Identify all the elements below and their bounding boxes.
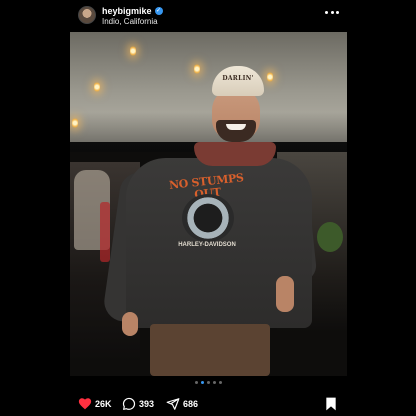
plant xyxy=(317,222,343,252)
heart-filled-icon[interactable] xyxy=(78,397,92,410)
post-header: heybigmike ✓ Indio, California xyxy=(70,0,347,32)
shirt-emblem xyxy=(182,194,234,242)
carousel-dot xyxy=(201,381,204,384)
share-action[interactable]: 686 xyxy=(166,397,198,411)
person: DARLIN' NO STUMPS OUT HARLEY-DAVIDSON xyxy=(101,62,318,376)
avatar[interactable] xyxy=(78,6,96,24)
like-action[interactable]: 26K xyxy=(78,397,112,410)
action-bar: 26K 393 686 xyxy=(70,392,347,416)
location[interactable]: Indio, California xyxy=(102,17,158,26)
carousel-indicator xyxy=(70,381,347,387)
shirt-print-sub: HARLEY-DAVIDSON xyxy=(178,242,236,248)
comment-count[interactable]: 393 xyxy=(139,398,154,410)
carousel-dot xyxy=(219,381,222,384)
instagram-post-card: heybigmike ✓ Indio, California DARLIN' N… xyxy=(70,0,347,416)
verified-badge-icon: ✓ xyxy=(154,7,163,15)
more-options-icon[interactable] xyxy=(325,8,339,16)
comment-action[interactable]: 393 xyxy=(122,397,154,411)
carousel-dot xyxy=(195,381,198,384)
shirt-print: NO STUMPS OUT HARLEY-DAVIDSON xyxy=(166,171,246,268)
share-count[interactable]: 686 xyxy=(183,398,198,410)
username-row: heybigmike ✓ xyxy=(102,6,163,16)
carousel-dot xyxy=(213,381,216,384)
username[interactable]: heybigmike xyxy=(102,6,152,16)
bookmark-filled-icon[interactable] xyxy=(325,397,337,411)
bandana xyxy=(194,142,276,166)
send-icon[interactable] xyxy=(166,397,180,411)
cap-text: DARLIN' xyxy=(222,75,254,82)
post-photo[interactable]: DARLIN' NO STUMPS OUT HARLEY-DAVIDSON xyxy=(70,32,347,376)
carousel-dot xyxy=(207,381,210,384)
like-count[interactable]: 26K xyxy=(95,398,112,410)
comment-icon[interactable] xyxy=(122,397,136,411)
pants xyxy=(150,324,270,376)
